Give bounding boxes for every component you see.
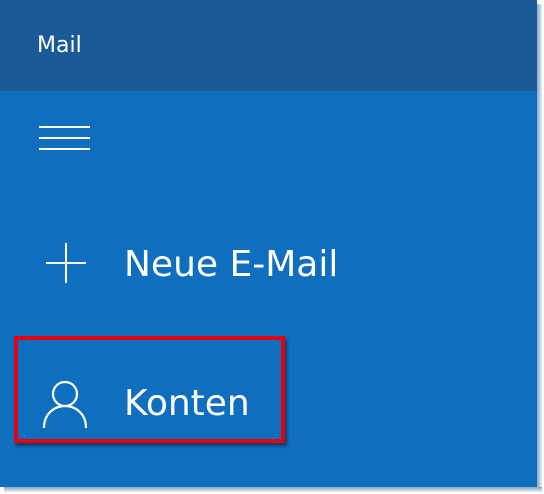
accounts-label: Konten [124,383,250,424]
title-bar: Mail [0,0,537,91]
hamburger-line [39,148,90,150]
mail-navigation-pane: Mail Neue E-Mail Konten [0,0,537,487]
new-mail-label: Neue E-Mail [124,244,339,285]
hamburger-menu-icon [39,126,90,128]
person-icon [36,378,96,430]
window-shadow-right [537,4,542,491]
plus-icon [36,239,96,291]
window-shadow-bottom [4,487,542,492]
app-title: Mail [37,33,82,58]
hamburger-menu-button[interactable] [30,110,100,166]
accounts-button[interactable]: Konten [0,363,537,443]
hamburger-line [39,137,90,139]
new-mail-button[interactable]: Neue E-Mail [0,224,537,304]
